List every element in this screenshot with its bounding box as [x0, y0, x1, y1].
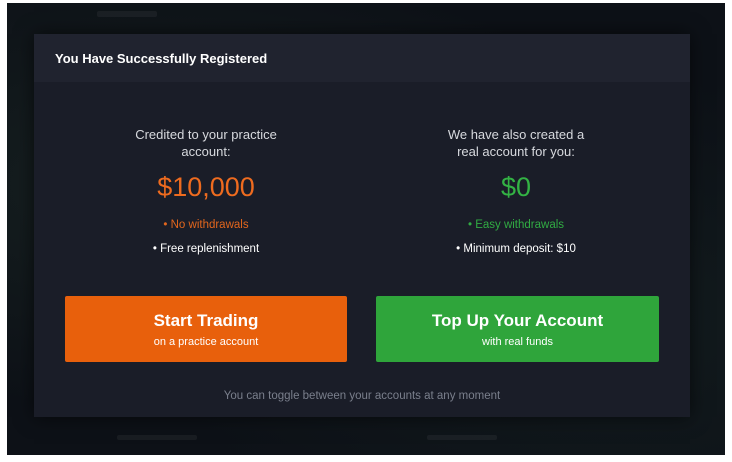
toggle-accounts-note: You can toggle between your accounts at …: [223, 390, 501, 402]
practice-feature-replenishment: • Free replenishment: [152, 243, 260, 255]
real-feature-easy-withdrawals: • Easy withdrawals: [467, 219, 565, 231]
background-decoration: [117, 435, 197, 440]
registration-success-modal: You Have Successfully Registered Credite…: [34, 34, 690, 417]
top-up-sublabel: with real funds: [482, 335, 553, 348]
practice-credited-line1: Credited to your practice: [135, 127, 277, 142]
start-trading-label: Start Trading: [153, 310, 259, 330]
start-trading-button[interactable]: Start Trading on a practice account: [65, 296, 347, 362]
practice-credited-text: Credited to your practice account:: [56, 126, 356, 160]
real-account-panel: We have also created a real account for …: [366, 126, 666, 256]
real-created-line2: real account for you:: [457, 144, 575, 159]
real-created-line1: We have also created a: [447, 127, 585, 142]
modal-header: You Have Successfully Registered: [34, 34, 690, 82]
real-amount: $0: [500, 172, 532, 202]
app-background: You Have Successfully Registered Credite…: [7, 3, 725, 455]
top-up-account-button[interactable]: Top Up Your Account with real funds: [376, 296, 659, 362]
background-decoration: [97, 11, 157, 17]
top-up-label: Top Up Your Account: [431, 310, 604, 330]
modal-title: You Have Successfully Registered: [55, 50, 268, 66]
practice-credited-line2: account:: [181, 144, 231, 159]
real-created-text: We have also created a real account for …: [366, 126, 666, 160]
real-feature-minimum-deposit: • Minimum deposit: $10: [456, 243, 576, 255]
practice-feature-no-withdrawals: • No withdrawals: [163, 219, 249, 231]
background-decoration: [427, 435, 497, 440]
practice-account-panel: Credited to your practice account: $10,0…: [56, 126, 356, 256]
practice-amount: $10,000: [157, 172, 255, 202]
start-trading-sublabel: on a practice account: [153, 335, 259, 348]
